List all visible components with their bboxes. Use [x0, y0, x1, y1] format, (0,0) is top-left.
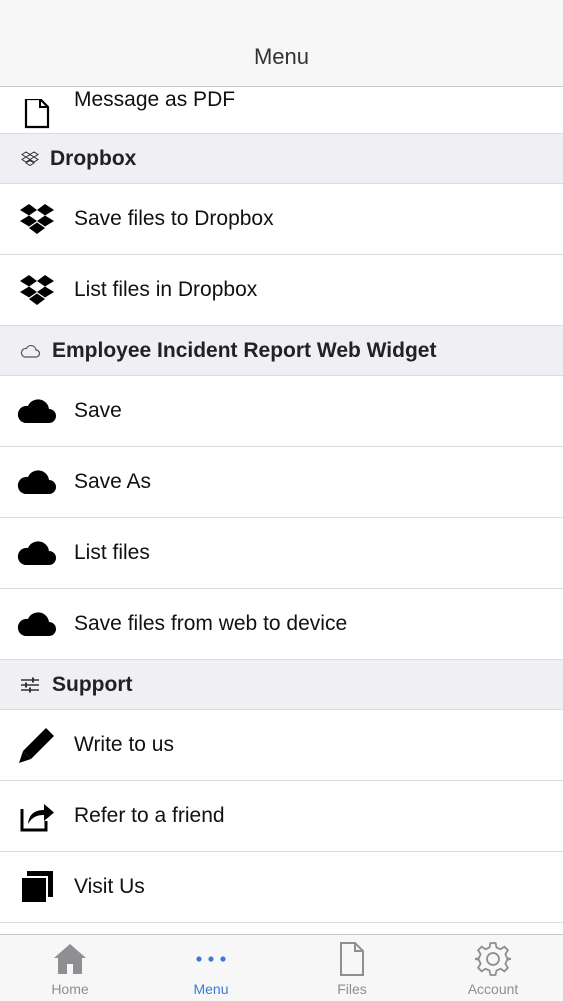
section-header-dropbox: Dropbox [0, 134, 563, 184]
menu-item-label: Write to us [74, 733, 174, 756]
cloud-icon [17, 533, 57, 573]
cloud-icon [17, 604, 57, 644]
tab-bar: Home Menu Files Account [0, 934, 563, 1001]
tab-label: Home [51, 981, 89, 997]
menu-item-list-files-in-dropbox[interactable]: List files in Dropbox [0, 255, 563, 326]
menu-item-label: Save As [74, 470, 152, 493]
section-title: Dropbox [50, 146, 137, 170]
menu-item-label: Save files to Dropbox [74, 207, 274, 230]
tab-account[interactable]: Account [423, 935, 563, 1001]
document-icon [17, 99, 57, 129]
tab-label: Files [337, 981, 367, 997]
section-title: Employee Incident Report Web Widget [52, 338, 437, 362]
menu-item-save[interactable]: Save [0, 376, 563, 447]
menu-item-label: Visit Us [74, 875, 145, 898]
sliders-icon [20, 675, 40, 695]
home-icon [52, 941, 88, 977]
section-title: Support [52, 672, 133, 696]
menu-item-label: Refer to a friend [74, 804, 225, 827]
more-dots-icon [193, 941, 229, 977]
dropbox-outline-icon [20, 149, 40, 169]
menu-item-label: Save files from web to device [74, 612, 348, 635]
tab-label: Menu [193, 981, 229, 997]
menu-item-save-files-to-dropbox[interactable]: Save files to Dropbox [0, 184, 563, 255]
menu-item-label: List files in Dropbox [74, 278, 258, 301]
menu-list[interactable]: Message as PDF Dropbox Save files to Dro… [0, 87, 563, 923]
menu-item-message-as-pdf[interactable]: Message as PDF [0, 87, 563, 134]
tab-label: Account [467, 981, 519, 997]
tab-files[interactable]: Files [282, 935, 422, 1001]
menu-item-save-as[interactable]: Save As [0, 447, 563, 518]
tab-home[interactable]: Home [0, 935, 140, 1001]
pencil-icon [17, 725, 57, 765]
menu-item-refer-to-a-friend[interactable]: Refer to a friend [0, 781, 563, 852]
menu-item-label: Save [74, 399, 122, 422]
navigation-bar: Menu [0, 0, 563, 87]
gear-icon [474, 941, 512, 977]
menu-item-write-to-us[interactable]: Write to us [0, 710, 563, 781]
section-header-widget: Employee Incident Report Web Widget [0, 326, 563, 376]
menu-item-visit-us[interactable]: Visit Us [0, 852, 563, 923]
cloud-icon [17, 462, 57, 502]
menu-item-label: Message as PDF [74, 88, 236, 111]
file-icon [334, 941, 370, 977]
windows-icon [17, 867, 57, 907]
dropbox-icon [17, 270, 57, 310]
cloud-icon [17, 391, 57, 431]
menu-item-label: List files [74, 541, 150, 564]
page-title: Menu [253, 44, 310, 69]
share-icon [17, 796, 57, 836]
menu-item-list-files[interactable]: List files [0, 518, 563, 589]
dropbox-icon [17, 199, 57, 239]
tab-menu[interactable]: Menu [141, 935, 281, 1001]
cloud-outline-icon [20, 341, 40, 361]
section-header-support: Support [0, 660, 563, 710]
menu-item-save-files-from-web[interactable]: Save files from web to device [0, 589, 563, 660]
